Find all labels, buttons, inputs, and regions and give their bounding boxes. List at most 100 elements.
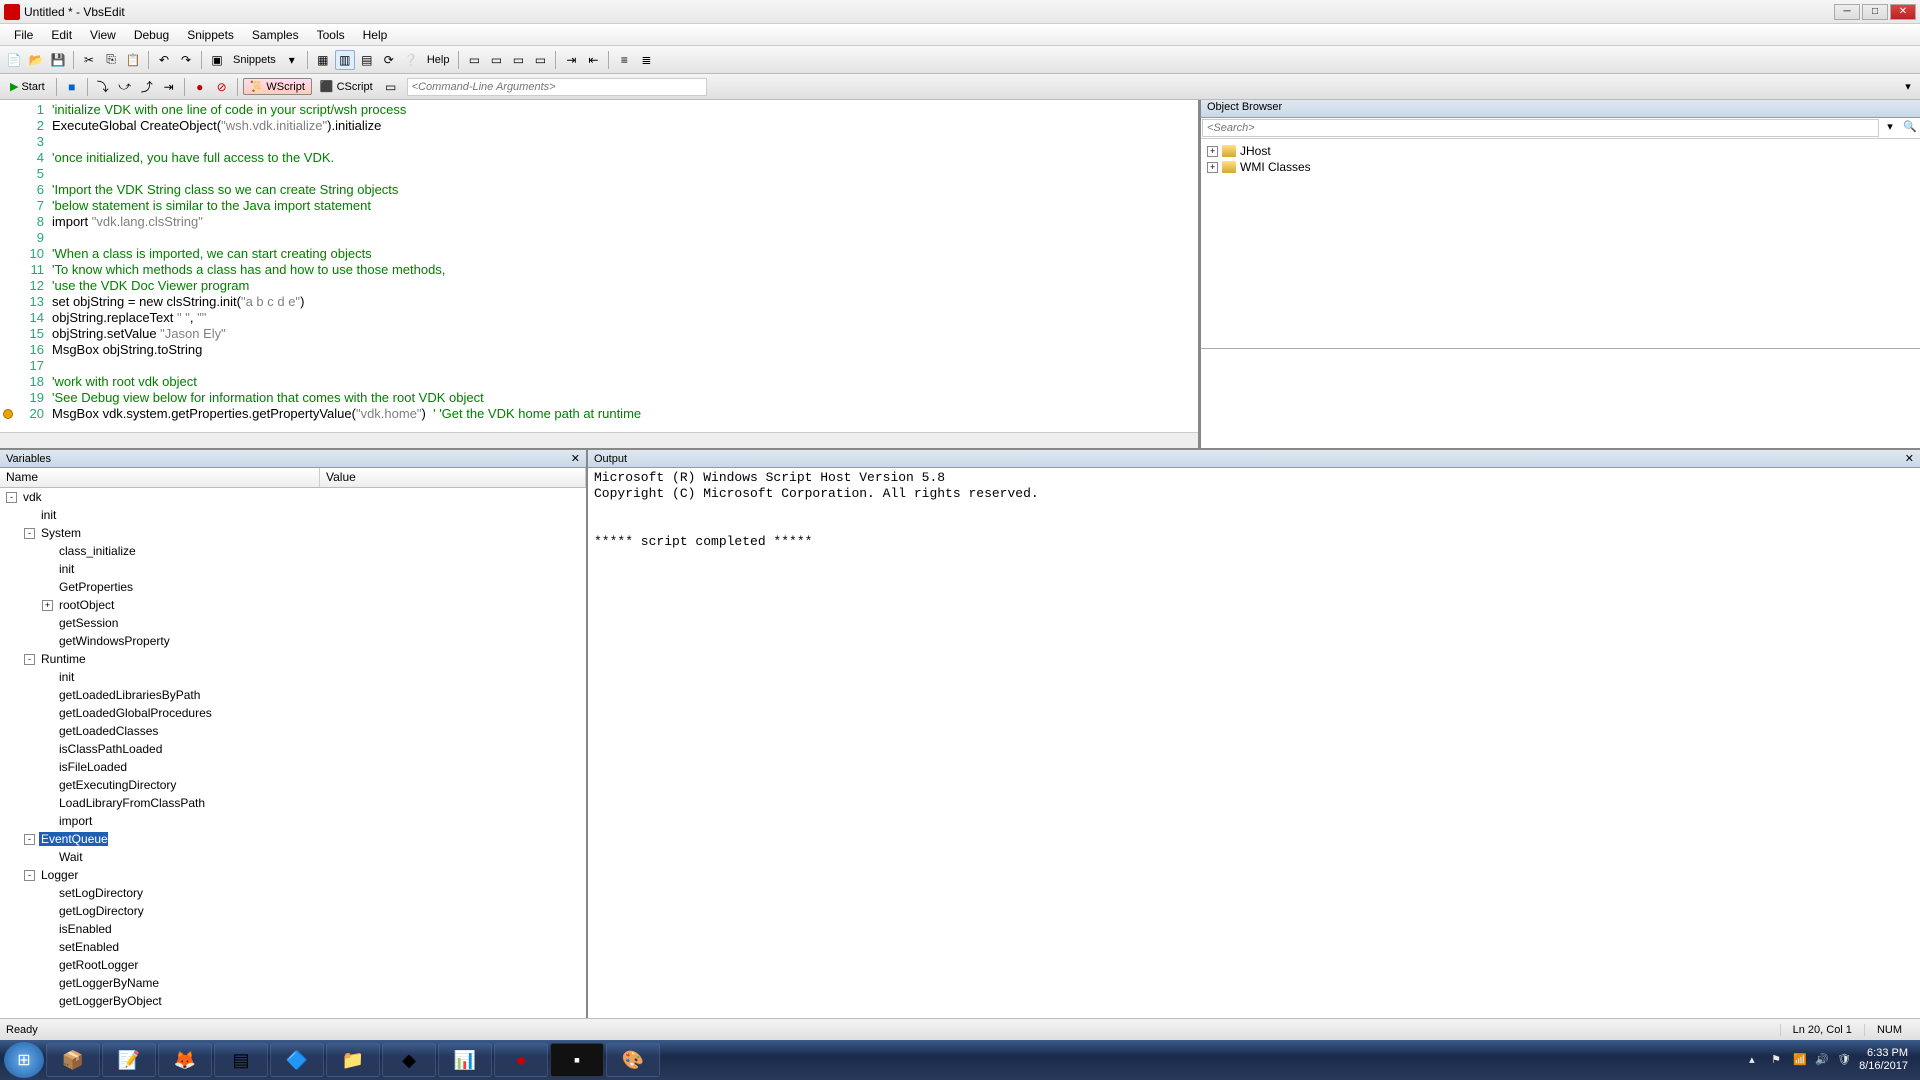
search-dropdown-icon[interactable]: ▾ <box>1882 120 1898 136</box>
code-line[interactable]: 19'See Debug view below for information … <box>0 390 1198 406</box>
variable-row[interactable]: -vdk <box>0 488 586 506</box>
breakpoint-gutter[interactable] <box>0 342 16 358</box>
object-browser-item[interactable]: +WMI Classes <box>1207 159 1914 175</box>
object-browser-search[interactable] <box>1202 119 1879 137</box>
chevron-down-icon[interactable]: ▾ <box>282 50 302 70</box>
code-line[interactable]: 4'once initialized, you have full access… <box>0 150 1198 166</box>
menu-tools[interactable]: Tools <box>309 26 353 44</box>
wscript-button[interactable]: 📜 WScript <box>243 78 312 95</box>
variable-row[interactable]: getWindowsProperty <box>0 632 586 650</box>
variable-row[interactable]: getLoadedGlobalProcedures <box>0 704 586 722</box>
new-file-icon[interactable]: 📄 <box>4 50 24 70</box>
taskbar-app-7[interactable]: ◆ <box>382 1043 436 1077</box>
code-line[interactable]: 3 <box>0 134 1198 150</box>
breakpoint-gutter[interactable] <box>0 214 16 230</box>
panel-icon-2[interactable]: ▭ <box>486 50 506 70</box>
breakpoint-gutter[interactable] <box>0 150 16 166</box>
horizontal-scrollbar[interactable] <box>0 432 1198 448</box>
collapse-icon[interactable]: - <box>6 492 17 503</box>
variable-row[interactable]: +rootObject <box>0 596 586 614</box>
variable-row[interactable]: getLoadedClasses <box>0 722 586 740</box>
breakpoint-gutter[interactable] <box>0 166 16 182</box>
tray-shield-icon[interactable]: 🛡 <box>1837 1053 1851 1067</box>
code-line[interactable]: 7'below statement is similar to the Java… <box>0 198 1198 214</box>
menu-debug[interactable]: Debug <box>126 26 177 44</box>
search-go-icon[interactable]: 🔍 <box>1902 120 1918 136</box>
object-browser-item[interactable]: +JHost <box>1207 143 1914 159</box>
taskbar-app-8[interactable]: 📊 <box>438 1043 492 1077</box>
variable-row[interactable]: -Runtime <box>0 650 586 668</box>
breakpoint-gutter[interactable] <box>0 278 16 294</box>
close-variables-icon[interactable]: ✕ <box>571 452 580 465</box>
breakpoint-gutter[interactable] <box>0 102 16 118</box>
code-line[interactable]: 14objString.replaceText " ", "" <box>0 310 1198 326</box>
code-line[interactable]: 8import "vdk.lang.clsString" <box>0 214 1198 230</box>
menu-samples[interactable]: Samples <box>244 26 307 44</box>
step-over-icon[interactable]: ⤻ <box>115 77 135 97</box>
start-orb[interactable]: ⊞ <box>4 1042 44 1078</box>
format-icon-2[interactable]: ≣ <box>636 50 656 70</box>
save-icon[interactable]: 💾 <box>48 50 68 70</box>
close-button[interactable]: ✕ <box>1890 4 1916 20</box>
breakpoint-gutter[interactable] <box>0 406 16 422</box>
variable-row[interactable]: getLoadedLibrariesByPath <box>0 686 586 704</box>
code-line[interactable]: 16MsgBox objString.toString <box>0 342 1198 358</box>
stop-icon[interactable]: ■ <box>62 77 82 97</box>
variable-row[interactable]: -EventQueue <box>0 830 586 848</box>
menu-help[interactable]: Help <box>355 26 396 44</box>
tray-clock[interactable]: 6:33 PM 8/16/2017 <box>1859 1047 1908 1073</box>
taskbar-vbsedit[interactable]: ● <box>494 1043 548 1077</box>
variable-row[interactable]: import <box>0 812 586 830</box>
variable-row[interactable]: getSession <box>0 614 586 632</box>
variable-row[interactable]: Wait <box>0 848 586 866</box>
code-line[interactable]: 15objString.setValue "Jason Ely" <box>0 326 1198 342</box>
code-line[interactable]: 20MsgBox vdk.system.getProperties.getPro… <box>0 406 1198 422</box>
snippets-icon[interactable]: ▣ <box>207 50 227 70</box>
code-line[interactable]: 18'work with root vdk object <box>0 374 1198 390</box>
breakpoint-gutter[interactable] <box>0 390 16 406</box>
run-to-cursor-icon[interactable]: ⇥ <box>159 77 179 97</box>
step-into-icon[interactable]: ⤵ <box>93 77 113 97</box>
menu-edit[interactable]: Edit <box>43 26 80 44</box>
help-label[interactable]: Help <box>423 54 454 66</box>
variable-row[interactable]: getLoggerByObject <box>0 992 586 1010</box>
variable-row[interactable]: setEnabled <box>0 938 586 956</box>
breakpoint-gutter[interactable] <box>0 118 16 134</box>
tray-volume-icon[interactable]: 🔊 <box>1815 1053 1829 1067</box>
collapse-icon[interactable]: - <box>24 834 35 845</box>
code-line[interactable]: 9 <box>0 230 1198 246</box>
code-editor[interactable]: 1'initialize VDK with one line of code i… <box>0 100 1200 448</box>
variable-row[interactable]: getRootLogger <box>0 956 586 974</box>
taskbar-firefox[interactable]: 🦊 <box>158 1043 212 1077</box>
breakpoint-gutter[interactable] <box>0 294 16 310</box>
open-file-icon[interactable]: 📂 <box>26 50 46 70</box>
variables-col-name[interactable]: Name <box>0 468 320 487</box>
toolbar-overflow-icon[interactable]: ▾ <box>1900 80 1916 93</box>
variable-row[interactable]: isFileLoaded <box>0 758 586 776</box>
refresh-icon[interactable]: ⟳ <box>379 50 399 70</box>
breakpoint-clear-icon[interactable]: ⊘ <box>212 77 232 97</box>
taskbar-app-4[interactable]: ▤ <box>214 1043 268 1077</box>
format-icon-1[interactable]: ≡ <box>614 50 634 70</box>
taskbar-app-2[interactable]: 📝 <box>102 1043 156 1077</box>
minimize-button[interactable]: ─ <box>1834 4 1860 20</box>
code-line[interactable]: 13set objString = new clsString.init("a … <box>0 294 1198 310</box>
paste-icon[interactable]: 📋 <box>123 50 143 70</box>
variable-row[interactable]: GetProperties <box>0 578 586 596</box>
variable-row[interactable]: setLogDirectory <box>0 884 586 902</box>
taskbar-app-1[interactable]: 📦 <box>46 1043 100 1077</box>
code-line[interactable]: 6'Import the VDK String class so we can … <box>0 182 1198 198</box>
code-line[interactable]: 17 <box>0 358 1198 374</box>
variable-row[interactable]: getLogDirectory <box>0 902 586 920</box>
breakpoint-gutter[interactable] <box>0 198 16 214</box>
expand-icon[interactable]: + <box>1207 162 1218 173</box>
expand-icon[interactable]: + <box>1207 146 1218 157</box>
copy-icon[interactable]: ⎘ <box>101 50 121 70</box>
variable-row[interactable]: init <box>0 560 586 578</box>
indent-icon[interactable]: ⇥ <box>561 50 581 70</box>
variable-row[interactable]: -Logger <box>0 866 586 884</box>
panel-icon-3[interactable]: ▭ <box>508 50 528 70</box>
expand-icon[interactable]: + <box>42 600 53 611</box>
variables-tree[interactable]: -vdkinit-Systemclass_initializeinitGetPr… <box>0 488 586 1018</box>
menu-file[interactable]: File <box>6 26 41 44</box>
